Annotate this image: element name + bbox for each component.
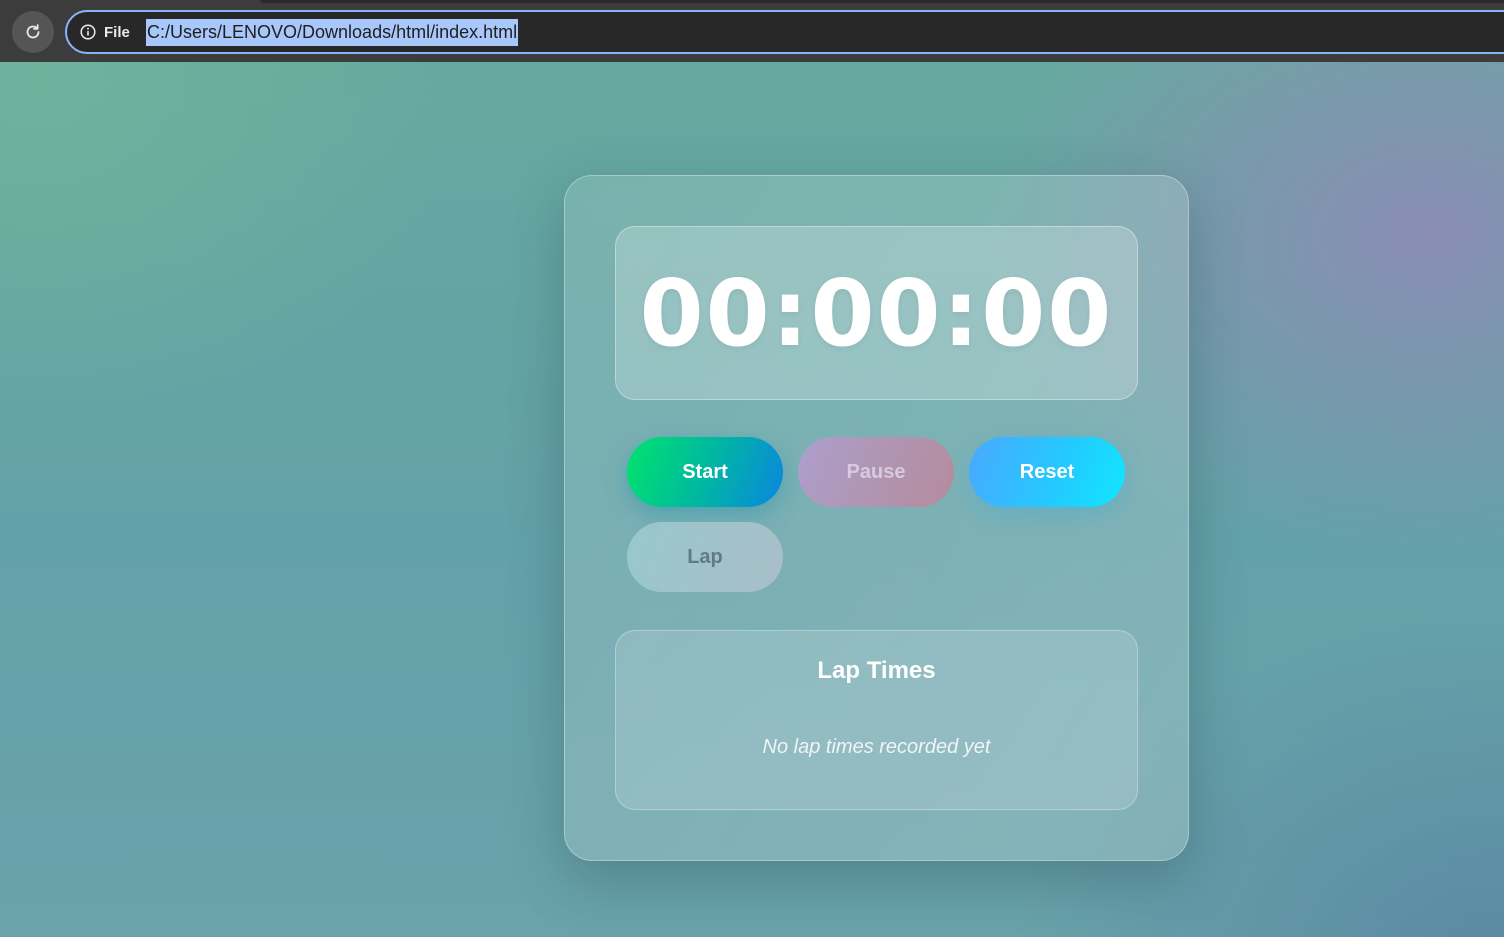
lap-button[interactable]: Lap — [627, 522, 783, 592]
lap-times-title: Lap Times — [817, 657, 936, 684]
address-bar[interactable]: File C:/Users/LENOVO/Downloads/html/inde… — [65, 10, 1504, 54]
site-info-label[interactable]: File — [104, 24, 130, 42]
lap-times-empty-message: No lap times recorded yet — [762, 736, 991, 758]
pause-button[interactable]: Pause — [798, 437, 954, 507]
lap-times-panel: Lap Times No lap times recorded yet — [615, 630, 1138, 810]
time-readout: 00:00:00 — [639, 259, 1114, 367]
url-text[interactable]: C:/Users/LENOVO/Downloads/html/index.htm… — [146, 19, 519, 46]
stopwatch-card: 00:00:00 Start Pause Reset Lap Lap Times… — [564, 175, 1189, 861]
start-button[interactable]: Start — [627, 437, 783, 507]
info-icon[interactable] — [80, 24, 96, 40]
reload-icon — [26, 24, 40, 39]
time-display: 00:00:00 — [615, 226, 1138, 400]
reload-button[interactable] — [12, 11, 54, 53]
tab-strip-edge — [260, 0, 1504, 3]
reset-button[interactable]: Reset — [969, 437, 1125, 507]
page-background: 00:00:00 Start Pause Reset Lap Lap Times… — [0, 62, 1504, 937]
browser-toolbar: File C:/Users/LENOVO/Downloads/html/inde… — [0, 0, 1504, 62]
